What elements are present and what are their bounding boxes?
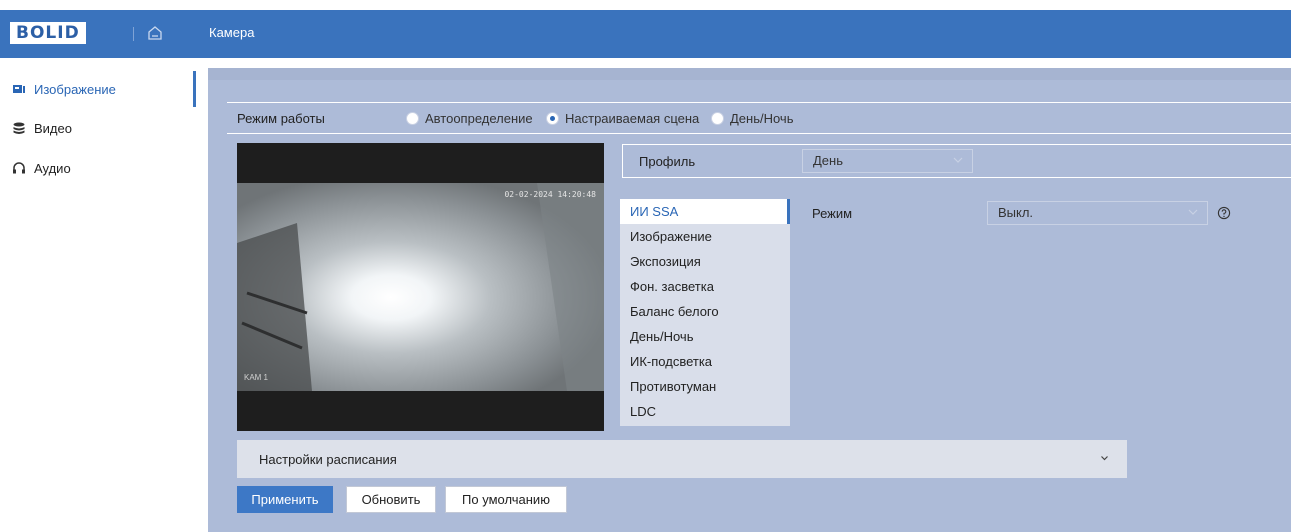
chevron-down-icon	[953, 157, 963, 163]
video-timestamp: 02-02-2024 14:20:48	[504, 190, 596, 199]
camera-name-overlay: KAM 1	[244, 373, 269, 382]
menu-item-backlight[interactable]: Фон. засветка	[620, 274, 790, 299]
refresh-button[interactable]: Обновить	[346, 486, 436, 513]
header-title[interactable]: Камера	[209, 25, 254, 40]
radio-label: Настраиваемая сцена	[565, 111, 700, 126]
default-button[interactable]: По умолчанию	[445, 486, 567, 513]
menu-item-ir-light[interactable]: ИК-подсветка	[620, 349, 790, 374]
header-divider	[133, 27, 134, 41]
radio-day-night[interactable]: День/Ночь	[711, 111, 793, 126]
profile-select[interactable]: День	[802, 149, 973, 173]
top-header: BOLID Камера	[0, 10, 1291, 58]
profile-select-value: День	[813, 153, 843, 168]
menu-item-exposure[interactable]: Экспозиция	[620, 249, 790, 274]
profile-row: Профиль День	[622, 144, 1291, 178]
schedule-settings-label: Настройки расписания	[259, 452, 397, 467]
home-icon[interactable]	[146, 24, 164, 42]
radio-dot	[711, 112, 724, 125]
help-icon[interactable]	[1217, 206, 1231, 220]
radio-custom-scene[interactable]: Настраиваемая сцена	[546, 111, 699, 126]
menu-item-defog[interactable]: Противотуман	[620, 374, 790, 399]
menu-item-image[interactable]: Изображение	[620, 224, 790, 249]
camera-image	[237, 183, 604, 391]
profile-label: Профиль	[639, 154, 696, 169]
image-icon	[13, 85, 25, 93]
chevron-down-icon	[1188, 209, 1198, 215]
headphones-icon	[13, 162, 25, 174]
sidebar: Изображение Видео Аудио	[0, 68, 198, 532]
work-mode-row: Режим работы Автоопределение Настраиваем…	[227, 102, 1291, 134]
apply-button[interactable]: Применить	[237, 486, 333, 513]
mode-label: Режим	[812, 206, 853, 221]
main-panel: Режим работы Автоопределение Настраиваем…	[208, 68, 1291, 532]
sidebar-item-label: Аудио	[34, 160, 71, 176]
radio-auto[interactable]: Автоопределение	[406, 111, 533, 126]
bolid-logo[interactable]: BOLID	[10, 22, 86, 44]
sidebar-item-label: Видео	[34, 120, 72, 136]
mode-select[interactable]: Выкл.	[987, 201, 1208, 225]
video-preview[interactable]: 02-02-2024 14:20:48 KAM 1	[237, 143, 604, 431]
menu-item-ldc[interactable]: LDC	[620, 399, 790, 424]
radio-dot-selected	[546, 112, 559, 125]
top-strip	[208, 68, 1291, 80]
radio-dot	[406, 112, 419, 125]
sidebar-item-audio[interactable]: Аудио	[0, 150, 196, 186]
sidebar-item-image[interactable]: Изображение	[0, 71, 196, 107]
mode-select-value: Выкл.	[998, 205, 1034, 220]
menu-item-day-night[interactable]: День/Ночь	[620, 324, 790, 349]
work-mode-label: Режим работы	[237, 111, 325, 126]
chevron-down-icon	[1101, 456, 1108, 461]
sidebar-item-label: Изображение	[34, 81, 116, 97]
sidebar-item-video[interactable]: Видео	[0, 110, 196, 146]
image-settings-menu: ИИ SSA Изображение Экспозиция Фон. засве…	[620, 199, 790, 426]
menu-item-ai-ssa[interactable]: ИИ SSA	[620, 199, 790, 224]
menu-item-white-balance[interactable]: Баланс белого	[620, 299, 790, 324]
schedule-settings-accordion[interactable]: Настройки расписания	[237, 440, 1127, 478]
radio-label: Автоопределение	[425, 111, 533, 126]
radio-label: День/Ночь	[730, 111, 794, 126]
video-stack-icon	[13, 122, 25, 134]
